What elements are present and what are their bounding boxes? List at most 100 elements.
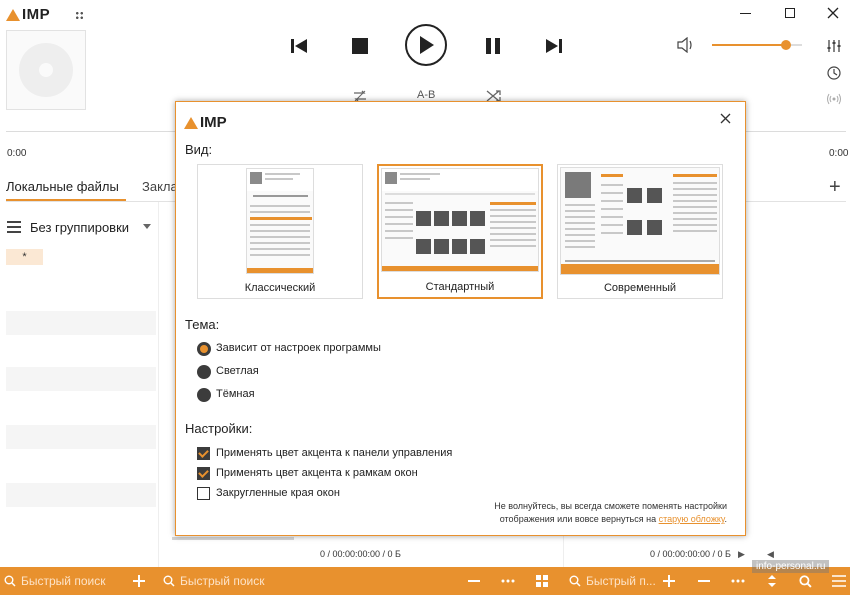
ab-repeat-button[interactable]: A-B bbox=[417, 89, 435, 101]
grid-icon bbox=[536, 575, 548, 587]
more-button[interactable] bbox=[501, 567, 515, 595]
radio-button[interactable] bbox=[825, 90, 843, 108]
theme-radio-dark[interactable] bbox=[197, 388, 211, 402]
search-input-1[interactable]: Быстрый поиск bbox=[21, 574, 105, 588]
bottom-toolbar: Быстрый поиск Быстрый поиск Быстрый п... bbox=[0, 567, 850, 595]
view-grid-button[interactable] bbox=[535, 567, 549, 595]
time-elapsed: 0:00 bbox=[7, 148, 27, 159]
add-button[interactable] bbox=[662, 567, 676, 595]
pause-button[interactable] bbox=[483, 36, 503, 56]
theme-heading: Тема: bbox=[185, 317, 220, 332]
chevron-right-icon[interactable]: ▶ bbox=[738, 549, 745, 560]
logo-triangle-icon bbox=[6, 8, 20, 21]
add-files-button[interactable] bbox=[132, 567, 146, 595]
next-track-button[interactable] bbox=[543, 36, 565, 56]
accent-panel-label[interactable]: Применять цвет акцента к панели управлен… bbox=[216, 447, 452, 459]
volume-knob[interactable] bbox=[780, 40, 791, 50]
theme-label-system[interactable]: Зависит от настроек программы bbox=[216, 342, 381, 354]
panel-divider bbox=[563, 535, 564, 567]
search-icon bbox=[799, 574, 812, 588]
skin-label-classic: Классический bbox=[244, 282, 316, 294]
old-skin-link[interactable]: старую обложку bbox=[659, 514, 725, 524]
pause-icon bbox=[486, 38, 500, 54]
note-line1: Не волнуйтесь, вы всегда сможете поменят… bbox=[494, 501, 727, 511]
sort-arrows-icon bbox=[768, 575, 776, 587]
search-field-3[interactable]: Быстрый п... bbox=[569, 567, 656, 595]
chevron-left-icon[interactable]: ◀ bbox=[767, 549, 774, 560]
more-dots-icon bbox=[501, 579, 515, 583]
menu-button[interactable] bbox=[832, 567, 846, 595]
skin-option-modern[interactable]: Современный bbox=[557, 164, 723, 299]
stop-button[interactable] bbox=[350, 36, 370, 56]
grouping-selector[interactable]: Без группировки bbox=[30, 220, 129, 235]
search-field-2[interactable]: Быстрый поиск bbox=[163, 567, 264, 595]
watermark: info-personal.ru bbox=[752, 560, 830, 573]
tab-local-files[interactable]: Локальные файлы bbox=[6, 179, 119, 194]
theme-label-light[interactable]: Светлая bbox=[216, 365, 259, 377]
add-tab-button[interactable]: + bbox=[829, 176, 841, 199]
dialog-logo-text: IMP bbox=[200, 114, 227, 131]
skin-preview-modern bbox=[558, 165, 722, 276]
list-item bbox=[6, 483, 156, 507]
volume-button[interactable] bbox=[677, 36, 695, 56]
more-dots-icon bbox=[731, 579, 745, 583]
settings-heading: Настройки: bbox=[185, 421, 253, 436]
group-star-item[interactable]: * bbox=[6, 249, 43, 265]
view-heading: Вид: bbox=[185, 142, 213, 157]
rounded-corners-checkbox[interactable] bbox=[197, 487, 210, 500]
accent-panel-checkbox[interactable] bbox=[197, 447, 210, 460]
close-icon bbox=[827, 7, 839, 19]
search-input-3[interactable]: Быстрый п... bbox=[586, 574, 656, 588]
theme-label-dark[interactable]: Тёмная bbox=[216, 388, 255, 400]
skin-label-modern: Современный bbox=[603, 282, 677, 294]
dialog-close-button[interactable] bbox=[716, 111, 734, 129]
skin-preview-classic bbox=[198, 165, 362, 276]
more-button-2[interactable] bbox=[731, 567, 745, 595]
search-input-2[interactable]: Быстрый поиск bbox=[180, 574, 264, 588]
horizontal-scrollbar[interactable] bbox=[172, 537, 294, 540]
maximize-button[interactable] bbox=[776, 3, 804, 23]
play-icon bbox=[420, 36, 434, 54]
previous-track-button[interactable] bbox=[288, 36, 310, 56]
app-logo: IMP bbox=[6, 6, 50, 23]
skin-label-standard: Стандартный bbox=[425, 281, 495, 293]
rounded-corners-label[interactable]: Закругленные края окон bbox=[216, 487, 340, 499]
remove-button[interactable] bbox=[467, 567, 481, 595]
search-field-1[interactable]: Быстрый поиск bbox=[4, 567, 105, 595]
remove-button-2[interactable] bbox=[697, 567, 711, 595]
album-cover[interactable] bbox=[6, 30, 86, 110]
theme-radio-system[interactable] bbox=[197, 342, 211, 356]
close-button[interactable] bbox=[819, 3, 847, 23]
volume-slider[interactable] bbox=[712, 40, 802, 50]
equalizer-button[interactable] bbox=[825, 37, 843, 55]
play-button[interactable] bbox=[405, 24, 447, 66]
hamburger-icon[interactable] bbox=[7, 221, 21, 236]
stop-icon bbox=[352, 38, 368, 54]
chevron-down-icon[interactable] bbox=[143, 224, 151, 229]
list-item bbox=[6, 425, 156, 449]
playlist-summary-left: 0 / 00:00:00:00 / 0 Б bbox=[320, 549, 401, 559]
theme-radio-light[interactable] bbox=[197, 365, 211, 379]
menu-grip-icon[interactable] bbox=[75, 11, 84, 20]
skin-option-standard[interactable]: Стандартный bbox=[377, 164, 543, 299]
appearance-dialog: IMP Вид: Классический Стандартный Соврем… bbox=[175, 101, 746, 536]
plus-icon bbox=[133, 575, 145, 587]
search-icon bbox=[163, 575, 175, 587]
skin-option-classic[interactable]: Классический bbox=[197, 164, 363, 299]
accent-frames-label[interactable]: Применять цвет акцента к рамкам окон bbox=[216, 467, 418, 479]
hamburger-icon bbox=[832, 575, 846, 587]
minus-icon bbox=[468, 580, 480, 582]
speaker-icon bbox=[677, 36, 692, 54]
playlist-summary-right: 0 / 00:00:00:00 / 0 Б bbox=[650, 549, 731, 559]
minus-icon bbox=[698, 580, 710, 582]
search-icon bbox=[4, 575, 16, 587]
tab-bookmarks[interactable]: Закла bbox=[142, 179, 178, 194]
scheduler-button[interactable] bbox=[825, 64, 843, 82]
minimize-button[interactable] bbox=[731, 3, 759, 23]
note-line2: отображения или вовсе вернуться на bbox=[499, 514, 657, 524]
equalizer-icon bbox=[827, 40, 841, 52]
dialog-logo: IMP bbox=[184, 114, 227, 131]
list-item bbox=[6, 311, 156, 335]
broadcast-icon bbox=[827, 93, 841, 105]
accent-frames-checkbox[interactable] bbox=[197, 467, 210, 480]
